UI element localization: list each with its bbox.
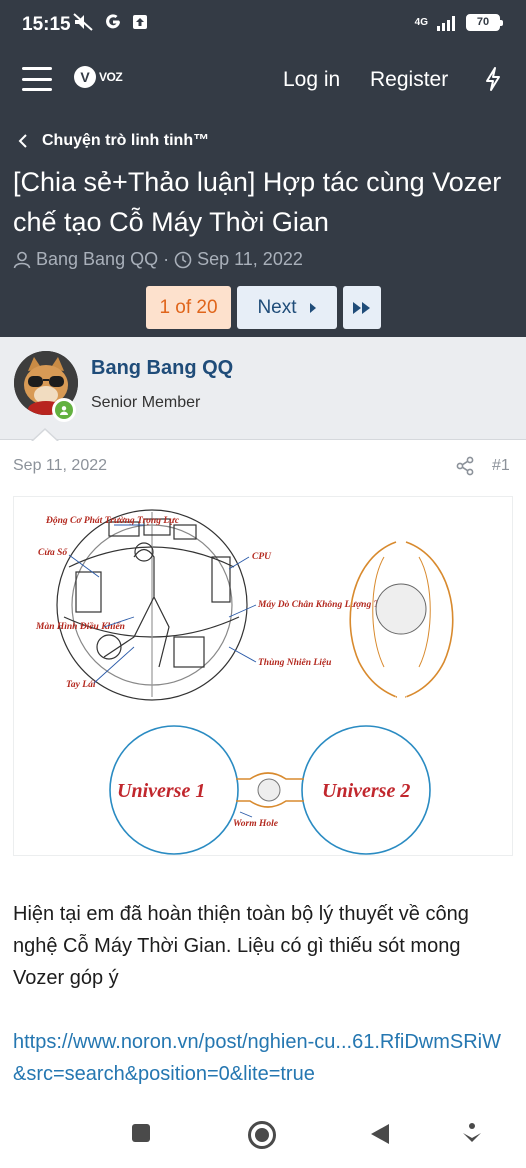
register-link[interactable]: Register: [370, 68, 448, 92]
mute-icon: [73, 13, 93, 31]
post-image[interactable]: Động Cơ Phát Trường Trọng Lực Cửa Sổ CPU…: [13, 496, 513, 856]
status-time: 15:15: [22, 14, 71, 35]
label-screen: Màn Hình Điều Khiển: [35, 621, 125, 632]
thread-author[interactable]: Bang Bang QQ: [36, 249, 158, 270]
logo-text: VOZ: [99, 70, 123, 84]
logo-icon: V: [74, 66, 96, 88]
post-date[interactable]: Sep 11, 2022: [13, 457, 107, 475]
post-body: Hiện tại em đã hoàn thiện toàn bộ lý thu…: [13, 903, 469, 989]
label-engine: Động Cơ Phát Trường Trọng Lực: [45, 516, 180, 526]
breadcrumb[interactable]: Chuyện trò linh tinh™: [18, 132, 209, 150]
post-user-block: Bang Bang QQ Senior Member: [0, 337, 526, 440]
share-icon[interactable]: [455, 456, 475, 476]
user-icon: [13, 251, 31, 268]
site-logo[interactable]: V VOZ: [74, 66, 123, 88]
thread-header: Chuyện trò linh tinh™ [Chia sẻ+Thảo luận…: [0, 112, 526, 337]
assistant-button[interactable]: [460, 1122, 484, 1146]
online-status-icon: [52, 398, 76, 422]
thread-meta: Bang Bang QQ · Sep 11, 2022: [13, 249, 303, 270]
recents-button[interactable]: [130, 1122, 152, 1144]
last-page-button[interactable]: [343, 286, 381, 329]
label-universe1: Universe 1: [117, 780, 205, 802]
chevron-left-icon: [18, 134, 27, 148]
upload-icon: [133, 15, 147, 29]
label-universe2: Universe 2: [322, 780, 410, 802]
pagination: 1 of 20 Next: [146, 286, 381, 329]
back-button[interactable]: [369, 1122, 391, 1146]
label-fuel: Thùng Nhiên Liệu: [258, 658, 331, 668]
network-label: 4G: [414, 17, 428, 28]
status-bar: 15:15 4G 70: [0, 0, 526, 48]
thread-date[interactable]: Sep 11, 2022: [197, 249, 303, 270]
next-page-label: Next: [257, 296, 297, 318]
menu-icon[interactable]: [22, 67, 52, 91]
system-nav-bar: [0, 1104, 526, 1168]
next-page-button[interactable]: Next: [237, 286, 337, 329]
google-icon: [106, 14, 120, 29]
label-cpu: CPU: [252, 552, 272, 562]
label-detector: Máy Dò Chân Không Lượng Tử: [257, 600, 386, 610]
label-window: Cửa Sổ: [38, 547, 67, 558]
battery-icon: 70: [466, 14, 503, 31]
user-title: Senior Member: [91, 394, 201, 411]
thread-title: [Chia sẻ+Thảo luận] Hợp tác cùng Vozer c…: [13, 167, 502, 237]
post-link[interactable]: https://www.noron.vn/post/nghien-cu...61…: [13, 1026, 513, 1106]
label-wormhole: Worm Hole: [233, 819, 279, 829]
home-button[interactable]: [247, 1120, 277, 1150]
bolt-icon[interactable]: [483, 66, 503, 92]
page-current-button[interactable]: 1 of 20: [146, 286, 231, 329]
signal-icon: [437, 15, 455, 31]
machine-sphere: [56, 509, 248, 701]
meta-separator: ·: [163, 249, 170, 269]
top-nav: V VOZ Log in Register: [0, 48, 526, 112]
breadcrumb-label: Chuyện trò linh tinh™: [42, 132, 210, 149]
post-number[interactable]: #1: [492, 457, 510, 475]
post-username[interactable]: Bang Bang QQ: [91, 357, 233, 380]
time-machine-diagram: Động Cơ Phát Trường Trọng Lực Cửa Sổ CPU…: [35, 509, 454, 855]
fast-forward-icon: [353, 301, 370, 314]
label-wheel: Tay Lái: [66, 680, 96, 690]
clock-icon: [174, 251, 192, 268]
login-link[interactable]: Log in: [283, 68, 340, 92]
caret-right-icon: [309, 302, 316, 313]
